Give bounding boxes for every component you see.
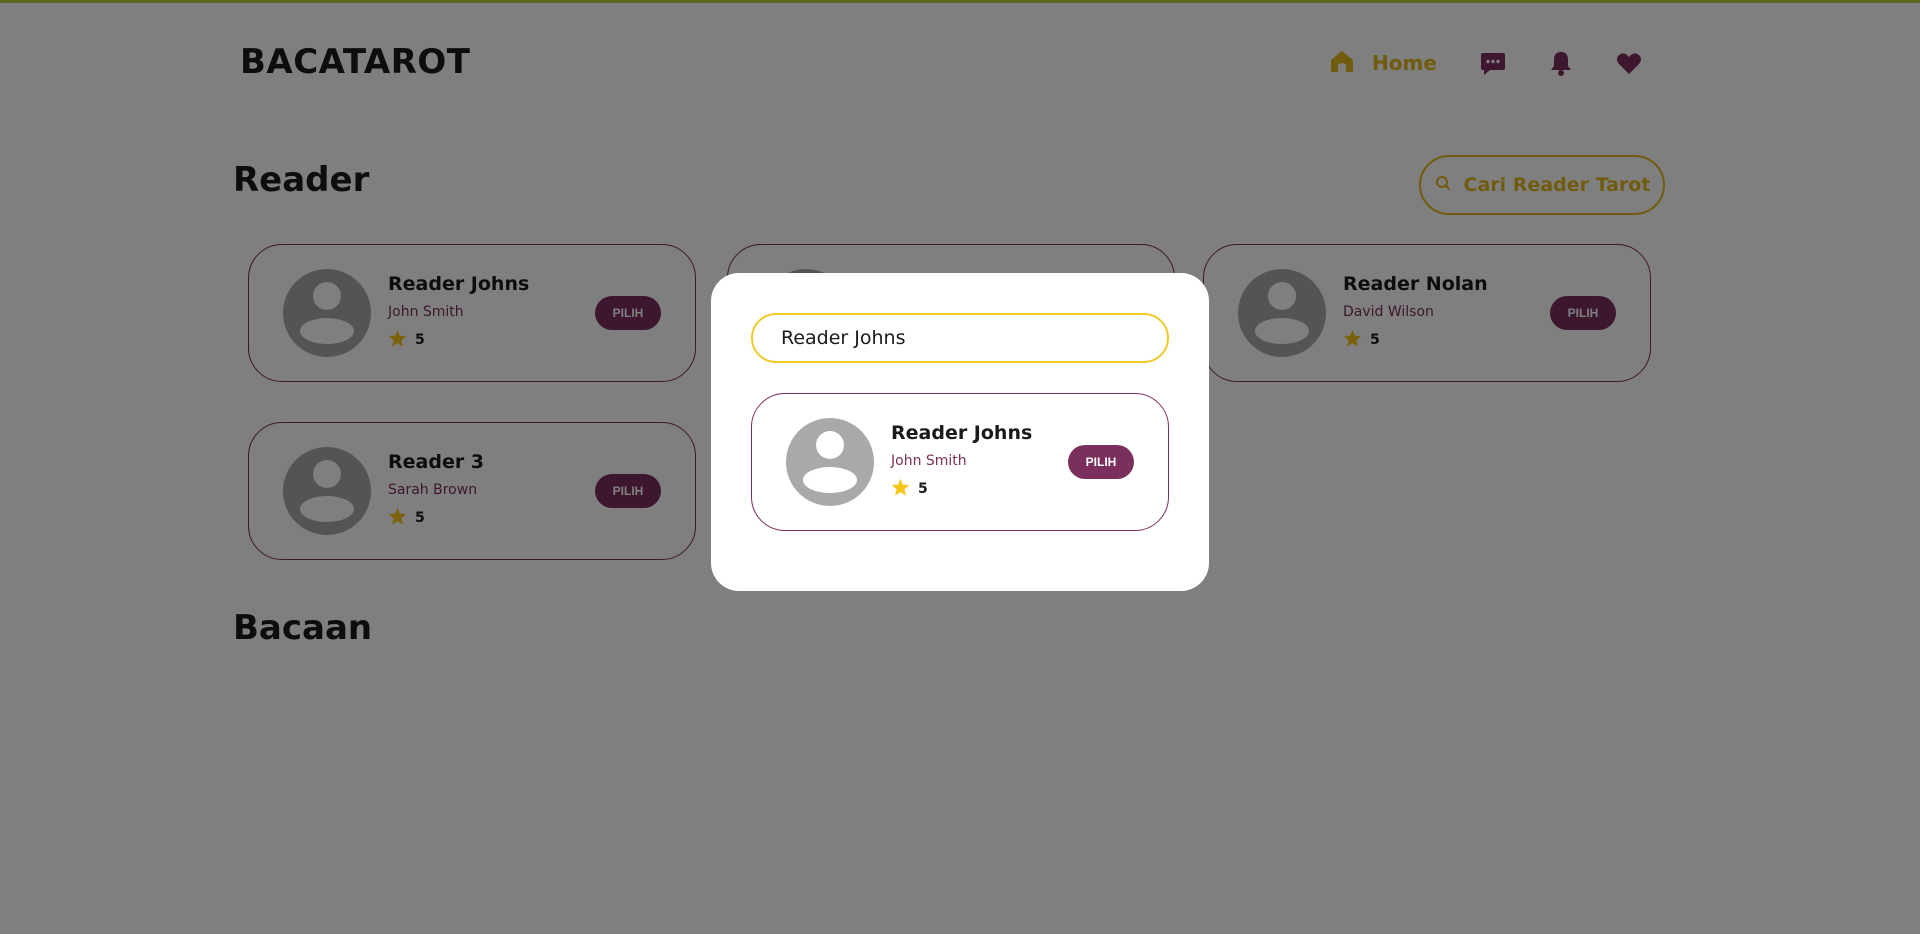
avatar-icon	[786, 418, 874, 506]
page: BACATAROT Home Reader Cari Reader Tarot …	[0, 0, 1920, 934]
reader-real-name: John Smith	[891, 453, 967, 469]
search-modal: Reader Johns John Smith 5 PILIH	[711, 273, 1209, 591]
reader-rating: 5	[891, 478, 928, 500]
reader-rating-value: 5	[918, 481, 928, 497]
reader-name: Reader Johns	[891, 422, 1033, 444]
star-icon	[891, 478, 918, 500]
search-result-card[interactable]: Reader Johns John Smith 5 PILIH	[751, 393, 1169, 531]
pilih-button[interactable]: PILIH	[1068, 445, 1134, 479]
reader-search-input[interactable]	[751, 313, 1169, 363]
